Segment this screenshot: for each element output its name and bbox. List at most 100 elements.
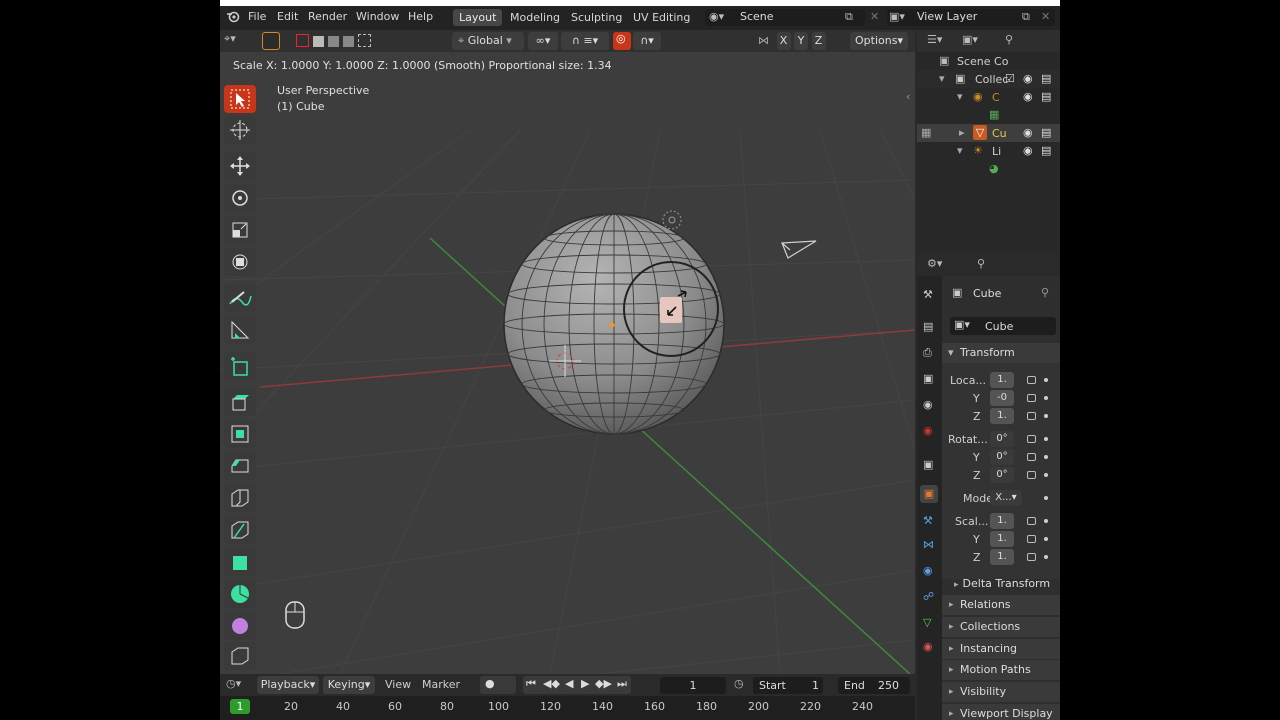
collections-panel-header[interactable]: ▸ Collections bbox=[942, 617, 1060, 637]
view-menu[interactable]: View bbox=[385, 678, 411, 691]
pin-icon[interactable]: ⚲ bbox=[1041, 286, 1049, 299]
lock-icon[interactable] bbox=[1027, 535, 1036, 543]
tab-sculpting[interactable]: Sculpting bbox=[565, 9, 628, 26]
menu-render[interactable]: Render bbox=[308, 10, 347, 24]
eye-icon[interactable]: ◉ bbox=[1023, 72, 1033, 85]
poly-build-tool[interactable] bbox=[224, 548, 256, 576]
orientation-dropdown[interactable]: ⌖ Global ▾ bbox=[452, 32, 524, 50]
playback-controls[interactable]: ⏮ ◀◆ ◀ ▶ ◆▶ ⏭ bbox=[523, 676, 631, 694]
scale-x-field[interactable]: 1. bbox=[990, 513, 1014, 529]
frame-ruler[interactable]: 1 20 40 60 80 100 120 140 160 180 200 22… bbox=[220, 696, 915, 720]
menu-edit[interactable]: Edit bbox=[277, 10, 298, 24]
start-frame-field[interactable]: Start 1 bbox=[753, 677, 823, 694]
snap-dropdown[interactable]: ∩ ≡▾ bbox=[561, 32, 609, 50]
viewport-scene[interactable] bbox=[220, 30, 915, 674]
editor-type-icon[interactable]: ⌖▾ bbox=[224, 32, 252, 50]
smooth-tool[interactable] bbox=[224, 612, 256, 640]
world-tab-icon[interactable]: ◉ bbox=[923, 424, 933, 437]
transform-panel-header[interactable]: ▾ Transform bbox=[942, 343, 1060, 363]
outliner-row[interactable]: ▾ ☀ Li ◉ ▤ bbox=[917, 142, 1060, 160]
outliner-row[interactable]: ▾ ▣ Collec ☑ ◉ ▤ bbox=[917, 70, 1060, 88]
lock-icon[interactable] bbox=[1027, 517, 1036, 525]
menu-file[interactable]: File bbox=[248, 10, 266, 24]
jump-start-icon[interactable]: ⏮ bbox=[526, 677, 536, 691]
new-view-layer-icon[interactable]: ⧉ bbox=[1022, 10, 1030, 24]
sidebar-toggle-icon[interactable]: ‹ bbox=[906, 90, 910, 103]
measure-tool[interactable] bbox=[224, 316, 256, 344]
scale-tool[interactable] bbox=[224, 216, 256, 244]
expand-icon[interactable]: ▾ bbox=[939, 72, 945, 85]
playback-menu[interactable]: Playback▾ bbox=[257, 676, 319, 694]
search-icon[interactable]: ⚲ bbox=[977, 257, 985, 270]
annotate-tool[interactable] bbox=[224, 284, 256, 312]
loop-cut-tool[interactable] bbox=[224, 484, 256, 512]
camera-render-icon[interactable]: ▤ bbox=[1041, 90, 1051, 103]
search-icon[interactable]: ⚲ bbox=[1005, 33, 1013, 46]
scene-tab-icon[interactable]: ◉ bbox=[923, 398, 933, 411]
mirror-axes[interactable]: ⋈ X Y Z bbox=[758, 32, 826, 50]
mirror-z[interactable]: Z bbox=[811, 32, 826, 50]
jump-end-icon[interactable]: ⏭ bbox=[617, 677, 627, 691]
pivot-dropdown[interactable]: ∞▾ bbox=[528, 32, 558, 50]
scene-selector[interactable]: ◉▾ Scene ⧉ bbox=[705, 9, 865, 26]
eye-icon[interactable]: ◉ bbox=[1023, 144, 1033, 157]
menu-help[interactable]: Help bbox=[408, 10, 433, 24]
constraints-tab-icon[interactable]: ☍ bbox=[923, 590, 934, 603]
extrude-tool[interactable] bbox=[224, 388, 256, 416]
motion-paths-panel-header[interactable]: ▸ Motion Paths bbox=[942, 660, 1060, 680]
material-tab-icon[interactable]: ◉ bbox=[923, 640, 933, 653]
keyframe-dot-icon[interactable] bbox=[1044, 378, 1048, 382]
lock-icon[interactable] bbox=[1027, 471, 1036, 479]
camera-render-icon[interactable]: ▤ bbox=[1041, 144, 1051, 157]
visibility-panel-header[interactable]: ▸ Visibility bbox=[942, 682, 1060, 702]
keyframe-dot-icon[interactable] bbox=[1044, 473, 1048, 477]
keyframe-dot-icon[interactable] bbox=[1044, 396, 1048, 400]
modifier-tab-icon[interactable]: ⚒ bbox=[923, 514, 933, 527]
lock-icon[interactable] bbox=[1027, 453, 1036, 461]
instancing-panel-header[interactable]: ▸ Instancing bbox=[942, 639, 1060, 659]
outliner-row[interactable]: ▦ ▸ ▽ Cu ◉ ▤ bbox=[917, 124, 1060, 142]
camera-render-icon[interactable]: ▤ bbox=[1041, 72, 1051, 85]
keyframe-dot-icon[interactable] bbox=[1044, 437, 1048, 441]
delete-scene-icon[interactable]: ✕ bbox=[870, 10, 879, 23]
outliner-row[interactable]: ▣ Scene Co bbox=[917, 52, 1060, 70]
proportional-edit-toggle[interactable]: ◎ bbox=[613, 32, 631, 50]
mirror-y[interactable]: Y bbox=[794, 32, 808, 50]
lock-icon[interactable] bbox=[1027, 435, 1036, 443]
blender-logo-icon[interactable] bbox=[226, 10, 240, 24]
view-layer-tab-icon[interactable]: ▣ bbox=[923, 372, 933, 385]
outliner[interactable]: ☰▾ ▣▾ ⚲ ▣ Scene Co ▾ ▣ Collec ☑ ◉ ▤ ▾ ◉ … bbox=[917, 30, 1060, 252]
timeline-editor-icon[interactable]: ◷▾ bbox=[226, 677, 241, 690]
lock-icon[interactable] bbox=[1027, 394, 1036, 402]
lock-icon[interactable] bbox=[1027, 412, 1036, 420]
falloff-dropdown[interactable]: ∩▾ bbox=[633, 32, 661, 50]
eye-icon[interactable]: ◉ bbox=[1023, 90, 1033, 103]
relations-panel-header[interactable]: ▸ Relations bbox=[942, 595, 1060, 615]
select-box-icons[interactable] bbox=[296, 34, 371, 50]
transform-tool[interactable] bbox=[224, 248, 256, 276]
render-tab-icon[interactable]: ▤ bbox=[923, 320, 933, 333]
tab-modeling[interactable]: Modeling bbox=[504, 9, 566, 26]
timeline[interactable]: ◷▾ Playback▾ Keying▾ View Marker ● ⏮ ◀◆ … bbox=[220, 674, 915, 720]
keyframe-dot-icon[interactable] bbox=[1044, 496, 1048, 500]
object-name-field[interactable]: ▣▾ Cube bbox=[950, 317, 1056, 335]
outliner-row[interactable]: ▾ ◉ C ◉ ▤ bbox=[917, 88, 1060, 106]
clock-icon[interactable]: ◷ bbox=[734, 677, 744, 690]
view-layer-selector[interactable]: ▣▾ View Layer ⧉ ✕ bbox=[887, 9, 1055, 26]
keyframe-dot-icon[interactable] bbox=[1044, 414, 1048, 418]
tab-layout[interactable]: Layout bbox=[453, 9, 503, 26]
bevel-tool[interactable] bbox=[224, 452, 256, 480]
rotation-x-field[interactable]: 0° bbox=[990, 431, 1014, 447]
keyframe-dot-icon[interactable] bbox=[1044, 455, 1048, 459]
properties-editor-icon[interactable]: ⚙▾ bbox=[927, 257, 942, 270]
keyframe-dot-icon[interactable] bbox=[1044, 519, 1048, 523]
particles-tab-icon[interactable]: ⋈ bbox=[923, 538, 934, 551]
properties-editor[interactable]: ⚙▾ ⚲ ⚒ ▤ ⎙ ▣ ◉ ◉ ▣ ▣ ⚒ ⋈ ◉ ☍ ▽ ◉ ▣ Cube … bbox=[917, 254, 1060, 720]
location-z-field[interactable]: 1. bbox=[990, 408, 1014, 424]
rotation-mode-dropdown[interactable]: X...▾ bbox=[990, 490, 1022, 506]
menu-window[interactable]: Window bbox=[356, 10, 399, 24]
data-tab-icon[interactable]: ▽ bbox=[923, 616, 931, 629]
select-toggle-icon[interactable]: ▦ bbox=[921, 126, 931, 139]
physics-tab-icon[interactable]: ◉ bbox=[923, 564, 933, 577]
tab-uv-editing[interactable]: UV Editing bbox=[627, 9, 696, 26]
